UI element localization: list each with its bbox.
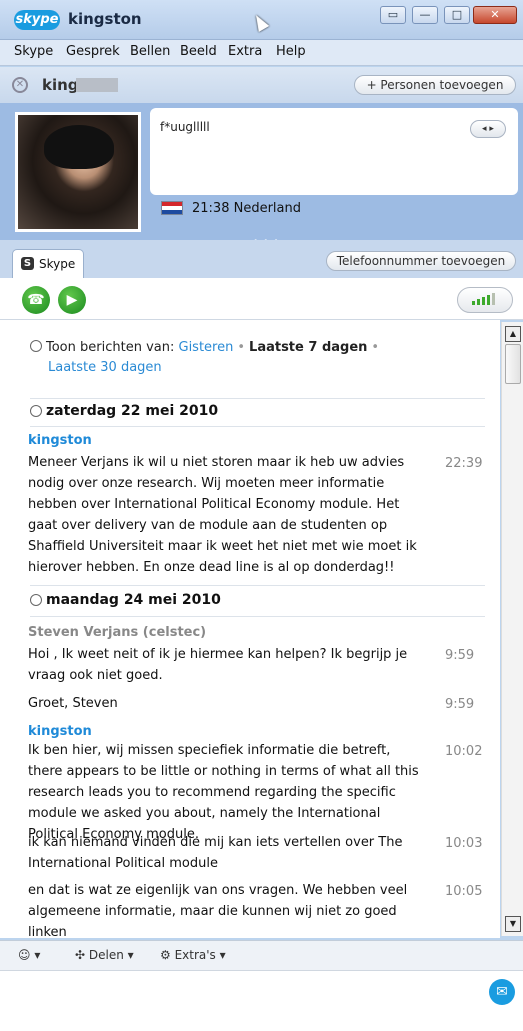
filter-last30-link[interactable]: Laatste 30 dagen xyxy=(30,360,162,375)
scroll-down-icon[interactable]: ▼ xyxy=(505,916,521,932)
block-status-icon[interactable]: ✕ xyxy=(12,77,28,93)
message-text: ik kan niemand vinden die mij kan iets v… xyxy=(28,835,403,871)
emoticon-button[interactable]: ☺ ▾ xyxy=(18,948,40,962)
clock-icon xyxy=(30,405,42,417)
extras-button[interactable]: ⚙ Extra's ▾ xyxy=(160,948,226,962)
message-time: 10:03 xyxy=(445,836,483,851)
call-quality-button[interactable] xyxy=(457,287,513,313)
day-header: maandag 24 mei 2010 xyxy=(30,585,485,608)
message-time: 9:59 xyxy=(445,697,475,712)
message-sender[interactable]: Steven Verjans (celstec) xyxy=(28,625,206,640)
maximize-icon[interactable]: □ xyxy=(444,6,470,24)
clock-icon xyxy=(30,594,42,606)
message-time: 10:02 xyxy=(445,744,483,759)
chat-history[interactable]: Toon berichten van: Gisteren • Laatste 7 d… xyxy=(0,320,500,938)
message-text: Hoi , Ik weet neit of ik je hiermee kan … xyxy=(28,647,408,683)
menu-extra[interactable]: Extra xyxy=(228,44,262,59)
profile-panel: f*uuglllll ◂ ▸ 21:38 Nederland • • • xyxy=(0,103,523,247)
chat-scrollbar[interactable]: ▲ ▼ xyxy=(501,322,523,936)
message-text: en dat is wat ze eigenlijk van ons vrage… xyxy=(28,883,408,938)
scroll-thumb[interactable] xyxy=(505,344,521,384)
menu-skype[interactable]: Skype xyxy=(14,44,53,59)
filter-last7-link[interactable]: Laatste 7 dagen xyxy=(249,340,367,355)
restore-icon[interactable]: ▭ xyxy=(380,6,406,24)
menu-bellen[interactable]: Bellen xyxy=(130,44,170,59)
avatar[interactable] xyxy=(15,112,141,232)
mood-message-box: f*uuglllll ◂ ▸ xyxy=(150,108,518,195)
message-toolbar: ☺ ▾ ✣ Delen ▾ ⚙ Extra's ▾ xyxy=(0,940,523,970)
menu-gesprek[interactable]: Gesprek xyxy=(66,44,120,59)
message-text: Groet, Steven xyxy=(28,696,118,711)
day-label: maandag 24 mei 2010 xyxy=(46,592,221,608)
filter-yesterday-link[interactable]: Gisteren xyxy=(179,340,234,355)
day-header: zaterdag 22 mei 2010 xyxy=(30,398,485,419)
scroll-up-icon[interactable]: ▲ xyxy=(505,326,521,342)
mouse-cursor-icon xyxy=(250,12,270,32)
day-label: zaterdag 22 mei 2010 xyxy=(46,403,219,419)
local-time: 21:38 Nederland xyxy=(192,201,301,216)
conversation-header: ✕ king + Personen toevoegen xyxy=(0,67,523,103)
skype-logo: skype xyxy=(14,10,60,30)
mood-scroll-arrows[interactable]: ◂ ▸ xyxy=(470,120,506,138)
message-text: Ik ben hier, wij missen speciefiek infor… xyxy=(28,743,419,842)
mood-message: f*uuglllll xyxy=(160,120,210,134)
video-call-button[interactable]: ▶ xyxy=(58,286,86,314)
message-sender[interactable]: kingston xyxy=(28,724,92,739)
message-sender[interactable]: kingston xyxy=(28,433,92,448)
tab-skype-label: Skype xyxy=(39,257,76,271)
call-bar: ☎ ▶ xyxy=(0,278,523,320)
menu-help[interactable]: Help xyxy=(276,44,306,59)
share-button[interactable]: ✣ Delen ▾ xyxy=(75,948,134,962)
add-people-button[interactable]: + Personen toevoegen xyxy=(354,75,516,95)
message-time: 9:59 xyxy=(445,648,475,663)
redacted-name xyxy=(76,78,118,92)
netherlands-flag-icon xyxy=(161,201,183,215)
history-prefix: Toon berichten van: xyxy=(46,340,175,355)
minimize-icon[interactable]: — xyxy=(412,6,438,24)
skype-icon: S xyxy=(21,257,34,270)
extras-label: Extra's xyxy=(174,948,216,962)
menu-bar: Skype Gesprek Bellen Beeld Extra Help xyxy=(0,40,523,66)
send-message-icon[interactable]: ✉ xyxy=(489,979,515,1005)
history-filter: Toon berichten van: Gisteren • Laatste 7 d… xyxy=(30,338,470,378)
tab-row: S Skype Telefoonnummer toevoegen xyxy=(0,240,523,279)
avatar-photo-detail xyxy=(44,125,114,169)
window-title: kingston xyxy=(68,10,142,28)
call-button[interactable]: ☎ xyxy=(22,286,50,314)
message-time: 10:05 xyxy=(445,884,483,899)
add-phone-number-button[interactable]: Telefoonnummer toevoegen xyxy=(326,251,516,271)
title-bar[interactable]: skype kingston ▭ — □ ✕ xyxy=(0,0,523,40)
menu-beeld[interactable]: Beeld xyxy=(180,44,217,59)
close-icon[interactable]: ✕ xyxy=(473,6,517,24)
message-text: Meneer Verjans ik wil u niet storen maar… xyxy=(28,455,417,575)
share-label: Delen xyxy=(88,948,124,962)
clock-icon xyxy=(30,340,42,352)
message-time: 22:39 xyxy=(445,456,483,471)
tab-skype[interactable]: S Skype xyxy=(12,249,84,279)
contact-name: king xyxy=(42,76,79,94)
message-input[interactable]: ✉ xyxy=(0,970,523,1031)
